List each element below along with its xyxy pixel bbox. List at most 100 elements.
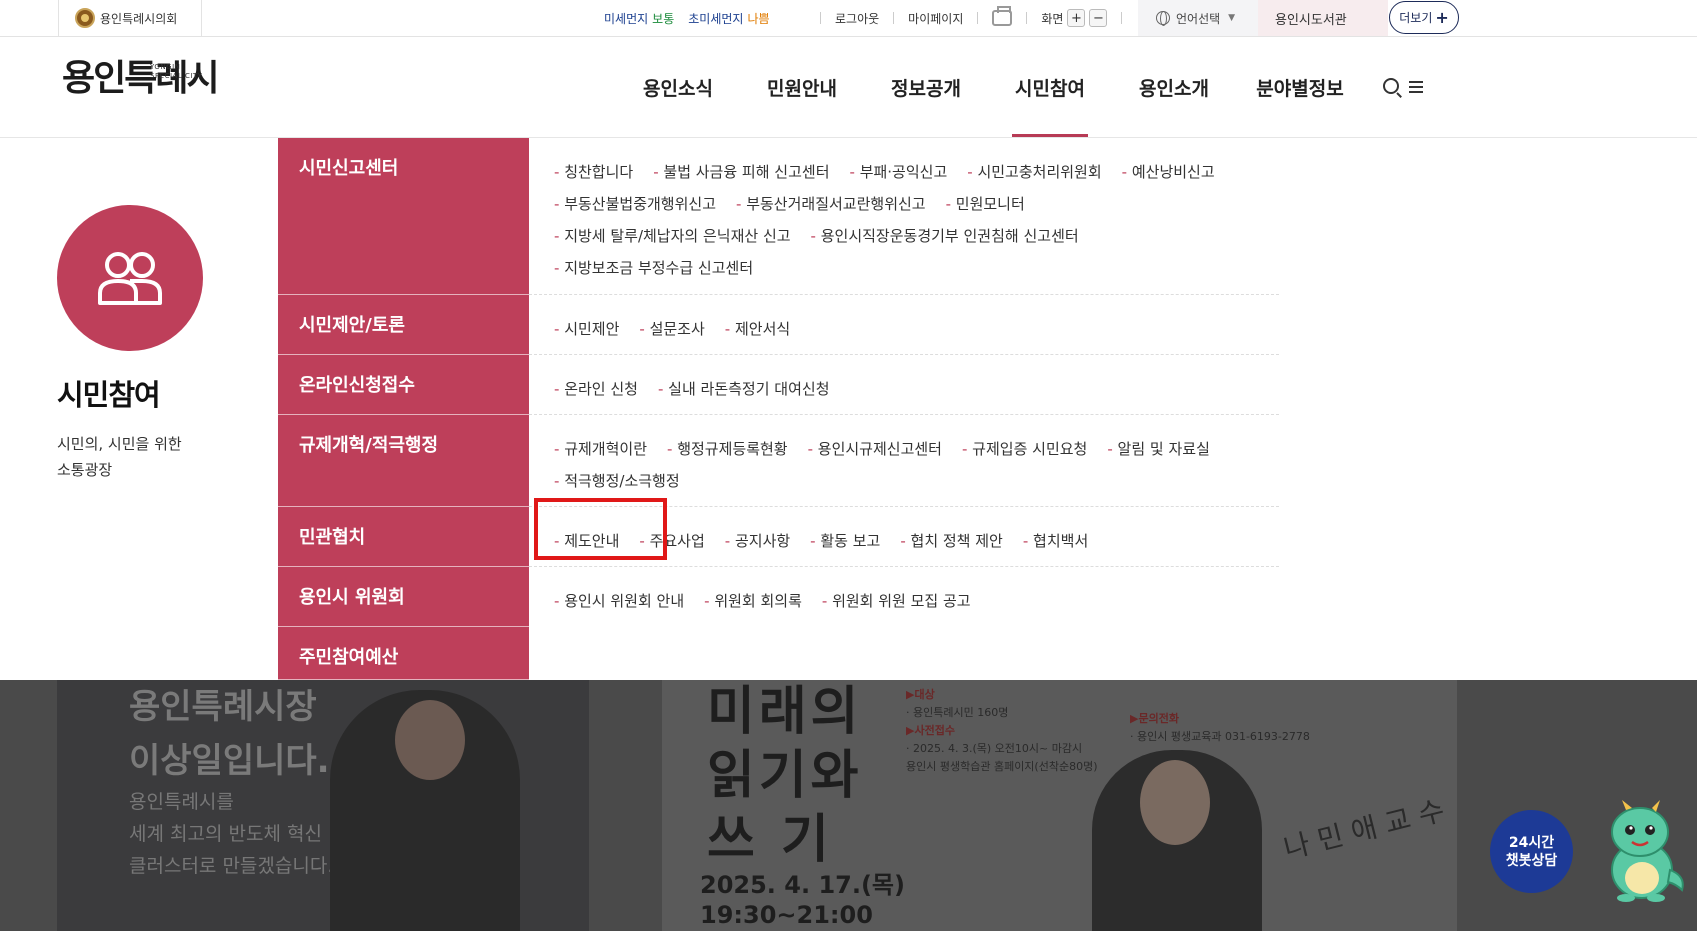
- lecturer-name: 나 민 애 교 수: [1280, 793, 1448, 866]
- lecture-title: 미래의 읽기와 쓰 기: [707, 682, 863, 870]
- logout-link[interactable]: 로그아웃: [835, 10, 879, 27]
- gnb-item-participation[interactable]: 시민참여: [1012, 37, 1088, 137]
- section-title: 시민참여: [57, 378, 161, 412]
- submenu-link[interactable]: 칭찬합니다: [554, 156, 633, 188]
- dust-label: 미세먼지: [604, 11, 649, 26]
- category-online-application[interactable]: 온라인신청접수: [278, 355, 529, 415]
- lecturer-face: [1140, 760, 1210, 845]
- submenu-link[interactable]: 민원모니터: [946, 188, 1025, 220]
- submenu-row: 시민제안 설문조사 제안서식: [529, 295, 1279, 355]
- gnb-item-fields[interactable]: 분야별정보: [1236, 37, 1364, 137]
- category-column: 시민신고센터 시민제안/토론 온라인신청접수 규제개혁/적극행정 민관협치 용인…: [278, 138, 529, 680]
- lecture-contact: ▶문의전화 · 용인시 평생교육과 031-6193-2778: [1130, 712, 1310, 743]
- lecture-info: ▶대상 · 용인특례시민 160명 ▶사전접수 · 2025. 4. 3.(목)…: [906, 688, 1098, 773]
- submenu-link[interactable]: 공지사항: [725, 525, 790, 557]
- submenu-link[interactable]: 용인시 위원회 안내: [554, 585, 684, 617]
- category-governance[interactable]: 민관협치: [278, 507, 529, 567]
- hamburger-menu-icon[interactable]: [1409, 81, 1423, 93]
- submenu-link[interactable]: 부동산불법중개행위신고: [554, 188, 716, 220]
- chatbot-button[interactable]: 24시간 챗봇상담: [1490, 810, 1573, 893]
- top-utility-bar: 용인특례시의회 미세먼지 보통 초미세먼지 나쁨 로그아웃 마이페이지 화면 +…: [0, 0, 1697, 37]
- mypage-link[interactable]: 마이페이지: [908, 10, 963, 27]
- submenu-link[interactable]: 협치 정책 제안: [900, 525, 1003, 557]
- chevron-down-icon: ▼: [1228, 13, 1236, 23]
- screen-zoom-label: 화면: [1041, 11, 1064, 26]
- submenu-link[interactable]: 행정규제등록현황: [667, 433, 787, 465]
- submenu-row: 규제개혁이란 행정규제등록현황 용인시규제신고센터 규제입증 시민요청 알림 및 자료실…: [529, 415, 1279, 507]
- utility-links: 로그아웃 마이페이지 화면 + −: [806, 0, 1136, 36]
- main-navigation: 용인소식 민원안내 정보공개 시민참여 용인소개 분야별정보: [616, 37, 1364, 137]
- submenu-row: 칭찬합니다 불법 사금융 피해 신고센터 부패·공익신고 시민고충처리위원회 예산낭비신…: [529, 138, 1279, 295]
- council-link[interactable]: 용인특례시의회: [58, 0, 202, 36]
- gnb-item-info[interactable]: 정보공개: [864, 37, 988, 137]
- globe-icon: [1156, 11, 1170, 26]
- zoom-out-button[interactable]: −: [1089, 9, 1108, 27]
- submenu-link[interactable]: 제안서식: [725, 313, 790, 345]
- dragon-mascot-icon[interactable]: [1590, 798, 1690, 902]
- library-label: 용인시도서관: [1275, 12, 1347, 28]
- submenu-link[interactable]: 위원회 회의록: [704, 585, 802, 617]
- category-proposal[interactable]: 시민제안/토론: [278, 295, 529, 355]
- submenu-link[interactable]: 부동산거래질서교란행위신고: [736, 188, 925, 220]
- divider: [1121, 12, 1123, 24]
- section-emblem: [57, 205, 203, 351]
- ultrafine-label: 초미세먼지: [688, 11, 744, 26]
- submenu-link[interactable]: 용인시직장운동경기부 인권침해 신고센터: [811, 220, 1079, 252]
- category-committee[interactable]: 용인시 위원회: [278, 567, 529, 627]
- plus-icon: +: [1435, 8, 1449, 27]
- zoom-in-button[interactable]: +: [1067, 9, 1086, 27]
- dust-value: 보통: [652, 11, 675, 26]
- submenu-link[interactable]: 활동 보고: [810, 525, 880, 557]
- submenu-link[interactable]: 협치백서: [1023, 525, 1088, 557]
- submenu-link[interactable]: 설문조사: [639, 313, 705, 345]
- users-icon: [98, 252, 162, 305]
- mayor-face: [395, 700, 465, 780]
- language-select[interactable]: 언어선택 ▼: [1138, 0, 1258, 36]
- gnb-item-news[interactable]: 용인소식: [616, 37, 740, 137]
- category-regulation-reform[interactable]: 규제개혁/적극행정: [278, 415, 529, 507]
- submenu-link[interactable]: 규제개혁이란: [554, 433, 647, 465]
- submenu-link[interactable]: 부패·공익신고: [850, 156, 948, 188]
- submenu-row: 온라인 신청 실내 라돈측정기 대여신청: [529, 355, 1279, 415]
- divider: [1026, 12, 1028, 24]
- submenu-link-online-application[interactable]: 온라인 신청: [554, 373, 638, 405]
- logo-subtext: YONGIN SPECIAL CITY: [150, 63, 203, 80]
- submenu-link[interactable]: 적극행정/소극행정: [554, 465, 679, 497]
- site-logo[interactable]: 용인특례시 YONGIN SPECIAL CITY: [62, 61, 220, 97]
- submenu-row: 용인시 위원회 안내 위원회 회의록 위원회 위원 모집 공고: [529, 567, 1279, 627]
- divider: [893, 12, 895, 24]
- submenu-link[interactable]: 위원회 위원 모집 공고: [822, 585, 971, 617]
- highlight-box: [534, 498, 667, 560]
- submenu-link[interactable]: 예산낭비신고: [1122, 156, 1215, 188]
- chatbot-label-2: 챗봇상담: [1505, 852, 1558, 869]
- submenu-link[interactable]: 지방세 탈루/체납자의 은닉재산 신고: [554, 220, 790, 252]
- gnb-item-civil[interactable]: 민원안내: [740, 37, 864, 137]
- lecture-banner[interactable]: 미래의 읽기와 쓰 기 2025. 4. 17.(목) 19:30~21:00 …: [662, 680, 1457, 931]
- category-participatory-budget[interactable]: 주민참여예산: [278, 627, 529, 680]
- gnb-item-about[interactable]: 용인소개: [1112, 37, 1236, 137]
- ultrafine-value: 나쁨: [747, 11, 770, 26]
- submenu-link[interactable]: 실내 라돈측정기 대여신청: [658, 373, 829, 405]
- submenu-link[interactable]: 알림 및 자료실: [1107, 433, 1210, 465]
- submenu-link[interactable]: 규제입증 시민요청: [962, 433, 1087, 465]
- search-icon[interactable]: [1383, 78, 1399, 94]
- mayor-banner-title: 용인특례시장 이상일입니다.: [129, 687, 330, 781]
- divider: [820, 12, 821, 24]
- library-link[interactable]: 용인시도서관: [1258, 0, 1388, 36]
- mega-dropdown-menu: 시민참여 시민의, 시민을 위한 소통광장 시민신고센터 시민제안/토론 온라인…: [0, 138, 1697, 680]
- submenu-link[interactable]: 지방보조금 부정수급 신고센터: [554, 252, 753, 284]
- section-description: 시민의, 시민을 위한 소통광장: [57, 435, 182, 479]
- submenu-link[interactable]: 불법 사금융 피해 신고센터: [653, 156, 829, 188]
- more-button[interactable]: 더보기 +: [1389, 1, 1459, 34]
- site-header: 용인특례시 YONGIN SPECIAL CITY 용인소식 민원안내 정보공개 …: [0, 37, 1697, 138]
- lecture-date: 2025. 4. 17.(목) 19:30~21:00: [700, 871, 905, 929]
- air-quality: 미세먼지 보통 초미세먼지 나쁨: [604, 0, 770, 36]
- council-seal-icon: [75, 8, 95, 28]
- category-report-center[interactable]: 시민신고센터: [278, 138, 529, 295]
- submenu-link[interactable]: 시민제안: [554, 313, 619, 345]
- divider: [977, 12, 979, 24]
- print-icon[interactable]: [992, 6, 1013, 26]
- mayor-banner-text: 용인특례시를 세계 최고의 반도체 혁신 클러스터로 만들겠습니다.: [129, 791, 334, 877]
- submenu-link[interactable]: 용인시규제신고센터: [808, 433, 942, 465]
- submenu-link[interactable]: 시민고충처리위원회: [967, 156, 1101, 188]
